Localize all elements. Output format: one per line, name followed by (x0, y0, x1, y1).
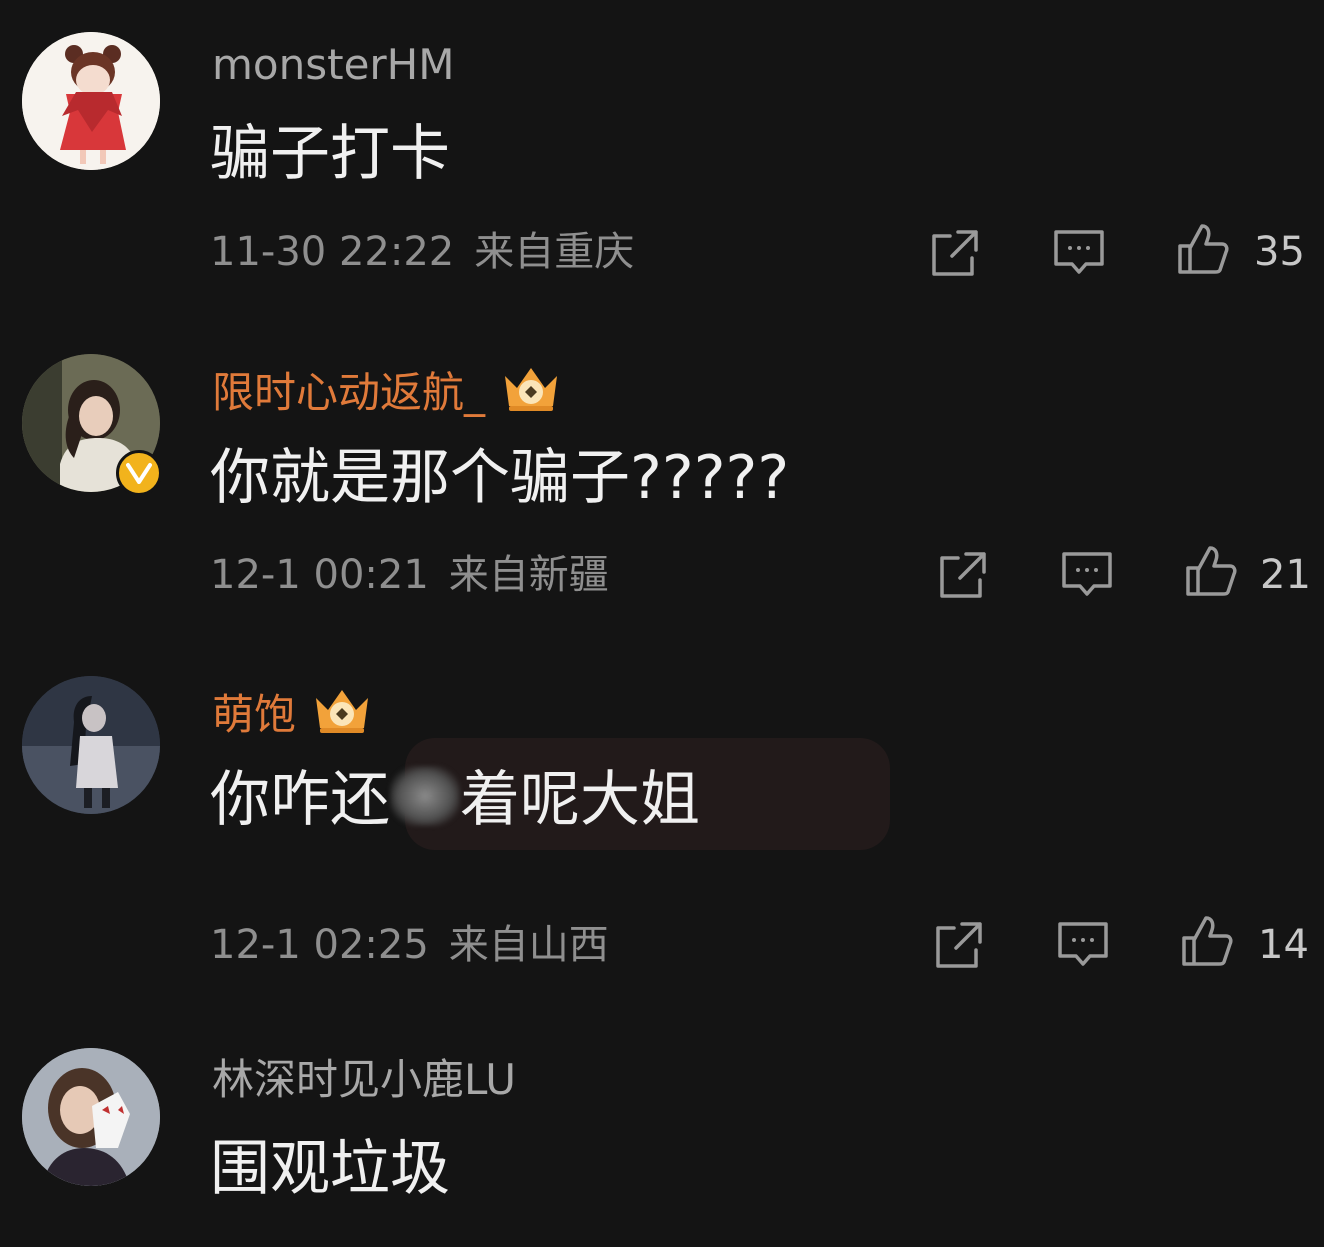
like-count: 35 (1254, 229, 1305, 275)
verified-v-icon (116, 450, 162, 496)
comment-location: 来自新疆 (448, 552, 609, 598)
username[interactable]: 林深时见小鹿LU (212, 1055, 516, 1105)
username[interactable]: 限时心动返航_ (212, 362, 563, 423)
avatar-photo (22, 676, 160, 814)
comment-meta: 12-1 02:25 来自山西 (210, 921, 609, 969)
username[interactable]: 萌饱 (212, 684, 374, 745)
thumbs-up-icon[interactable] (1184, 544, 1238, 598)
comment-meta: 12-1 00:21 来自新疆 (210, 551, 609, 599)
comment-location: 来自重庆 (474, 229, 635, 275)
comment-icon[interactable] (1060, 548, 1114, 602)
crown-icon (499, 362, 563, 423)
comment-time: 12-1 00:21 (210, 552, 429, 598)
like-count: 14 (1258, 922, 1309, 968)
avatar[interactable] (22, 676, 160, 814)
comment-location: 来自山西 (448, 922, 609, 968)
comment-meta: 11-30 22:22 来自重庆 (210, 228, 634, 276)
comment-item: monsterHM 骗子打卡 11-30 22:22 来自重庆 35 (0, 0, 1324, 300)
comment-text-part: 你咋还 (210, 765, 390, 835)
avatar[interactable] (22, 32, 160, 170)
comment-text: 骗子打卡 (210, 119, 450, 189)
thumbs-up-icon[interactable] (1180, 914, 1234, 968)
share-icon[interactable] (936, 548, 990, 602)
username-text[interactable]: monsterHM (212, 40, 455, 90)
thumbs-up-icon[interactable] (1176, 222, 1230, 276)
username-text[interactable]: 限时心动返航_ (212, 368, 485, 418)
avatar-illustration (22, 32, 160, 170)
comment-text: 你就是那个骗子????? (210, 443, 790, 513)
comment-icon[interactable] (1052, 226, 1106, 280)
avatar[interactable] (22, 1048, 160, 1186)
crown-icon (310, 684, 374, 745)
like-count: 21 (1260, 552, 1311, 598)
share-icon[interactable] (932, 918, 986, 972)
username-text[interactable]: 萌饱 (212, 690, 296, 740)
username-text[interactable]: 林深时见小鹿LU (212, 1055, 516, 1105)
comment-text: 你咋还 着呢大姐 (210, 764, 700, 836)
comment-time: 11-30 22:22 (210, 229, 455, 275)
share-icon[interactable] (928, 226, 982, 280)
username[interactable]: monsterHM (212, 40, 455, 90)
avatar-photo (22, 1048, 160, 1186)
comment-time: 12-1 02:25 (210, 922, 429, 968)
comment-text-part: 着呢大姐 (460, 765, 700, 835)
comment-icon[interactable] (1056, 918, 1110, 972)
censor-blur (390, 766, 460, 826)
comment-text: 围观垃圾 (210, 1134, 450, 1204)
